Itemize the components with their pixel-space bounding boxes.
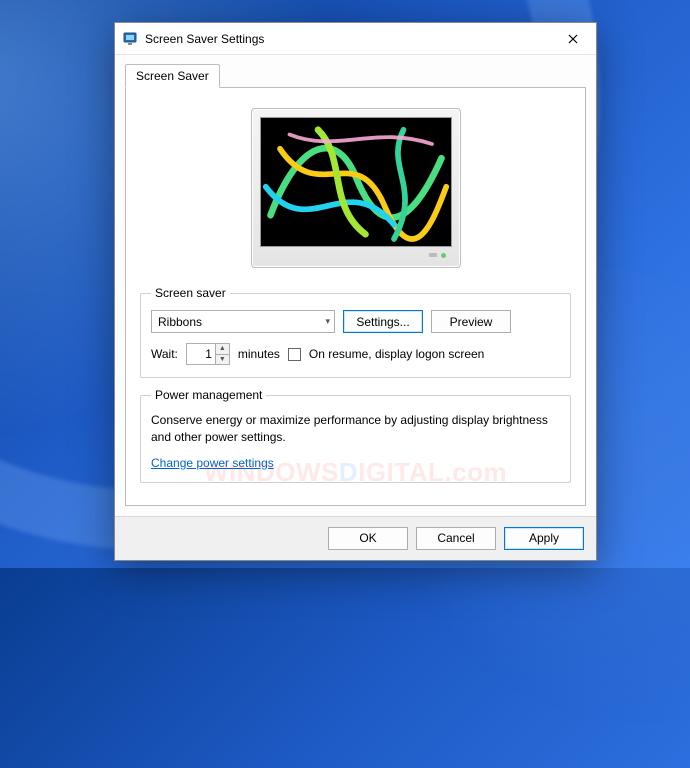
minutes-label: minutes [238, 347, 280, 361]
ribbons-preview-icon [261, 118, 451, 246]
resume-checkbox[interactable] [288, 348, 301, 361]
tabstrip: Screen Saver [125, 64, 586, 88]
resume-checkbox-label: On resume, display logon screen [309, 347, 484, 361]
dialog-button-row: OK Cancel Apply [115, 516, 596, 560]
ok-button[interactable]: OK [328, 527, 408, 550]
chevron-down-icon: ▾ [325, 316, 330, 327]
preview-monitor [251, 108, 461, 268]
power-description: Conserve energy or maximize performance … [151, 412, 560, 446]
tab-panel: Screen saver Ribbons ▾ Settings... Previ… [125, 87, 586, 506]
wait-spinner[interactable]: ▲ ▼ [186, 343, 230, 365]
dialog-body: Screen Saver [115, 55, 596, 516]
tab-label: Screen Saver [136, 69, 209, 83]
screensaver-select-value: Ribbons [158, 315, 202, 329]
apply-button-label: Apply [529, 531, 559, 545]
monitor-led-icon [441, 253, 446, 258]
monitor-bezel [260, 247, 452, 263]
preview-button-label: Preview [450, 315, 493, 329]
spinner-down-icon[interactable]: ▼ [216, 355, 229, 365]
screen-saver-dialog: Screen Saver Settings Screen Saver [114, 22, 597, 561]
cancel-button-label: Cancel [437, 531, 474, 545]
spinner-up-icon[interactable]: ▲ [216, 344, 229, 355]
settings-button-label: Settings... [356, 315, 409, 329]
apply-button[interactable]: Apply [504, 527, 584, 550]
power-group: Power management Conserve energy or maxi… [140, 388, 571, 483]
app-icon [123, 31, 139, 47]
change-power-settings-link[interactable]: Change power settings [151, 456, 274, 470]
screensaver-select[interactable]: Ribbons ▾ [151, 310, 335, 333]
window-title: Screen Saver Settings [145, 32, 550, 46]
ok-button-label: OK [359, 531, 376, 545]
monitor-preview-area [140, 102, 571, 286]
wait-input[interactable] [187, 344, 215, 364]
preview-screen [260, 117, 452, 247]
screensaver-group: Screen saver Ribbons ▾ Settings... Previ… [140, 286, 571, 378]
close-button[interactable] [550, 23, 596, 55]
preview-button[interactable]: Preview [431, 310, 511, 333]
cancel-button[interactable]: Cancel [416, 527, 496, 550]
screensaver-legend: Screen saver [151, 286, 230, 300]
close-icon [568, 34, 578, 44]
monitor-button-icon [429, 253, 437, 257]
titlebar[interactable]: Screen Saver Settings [115, 23, 596, 55]
power-legend: Power management [151, 388, 266, 402]
tab-screen-saver[interactable]: Screen Saver [125, 64, 220, 88]
settings-button[interactable]: Settings... [343, 310, 423, 333]
wait-label: Wait: [151, 347, 178, 361]
